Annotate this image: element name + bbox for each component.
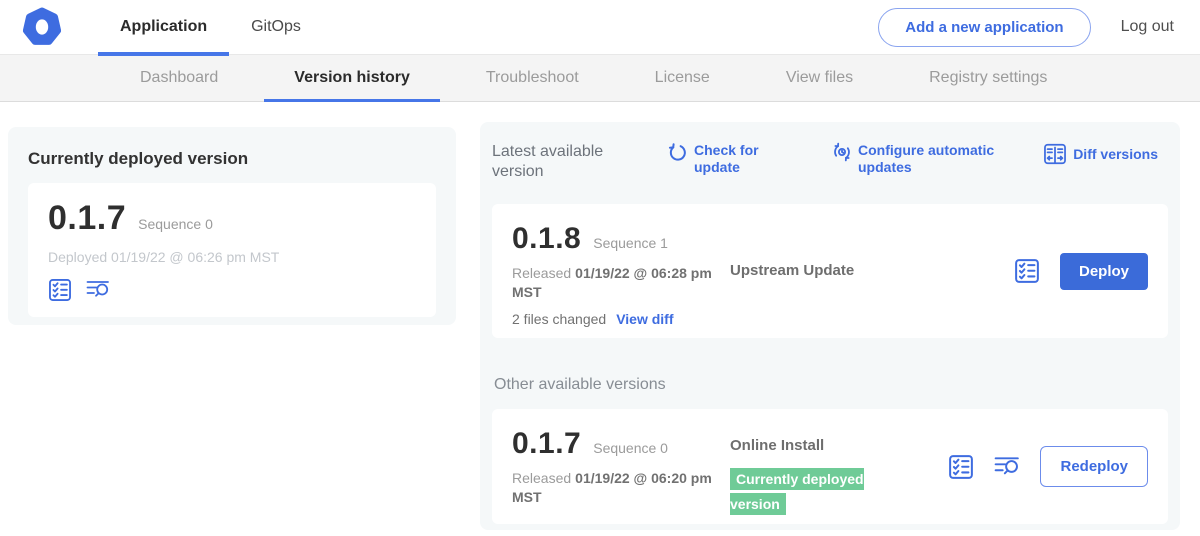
currently-deployed-badge: Currently deployed version: [730, 468, 864, 515]
replicated-logo-icon[interactable]: [22, 7, 62, 47]
deployed-version-number: 0.1.7: [48, 199, 126, 238]
files-changed-text: 2 files changed: [512, 311, 606, 327]
available-versions-panel: Latest available version Check for updat…: [480, 122, 1180, 530]
app-window: Application GitOps Add a new application…: [0, 0, 1200, 536]
other-source-label: Online Install: [730, 437, 824, 454]
diff-versions-label: Diff versions: [1073, 146, 1158, 163]
latest-version-number: 0.1.8: [512, 222, 581, 256]
deployed-timestamp: Deployed 01/19/22 @ 06:26 pm MST: [48, 249, 418, 265]
tab-gitops[interactable]: GitOps: [229, 0, 323, 55]
other-version-card: 0.1.7 Sequence 0 Released01/19/22 @ 06:2…: [492, 409, 1168, 524]
preflight-checklist-icon[interactable]: [1014, 258, 1040, 284]
preflight-checklist-icon[interactable]: [48, 278, 72, 302]
latest-version-card: 0.1.8 Sequence 1 Released01/19/22 @ 06:2…: [492, 204, 1168, 338]
header-right: Add a new application Log out: [878, 8, 1200, 47]
redeploy-button[interactable]: Redeploy: [1040, 446, 1148, 487]
subnav-troubleshoot[interactable]: Troubleshoot: [456, 55, 609, 102]
subnav-view-files[interactable]: View files: [756, 55, 883, 102]
available-panel-title: Latest available version: [492, 142, 620, 182]
latest-source-label: Upstream Update: [730, 262, 854, 279]
released-label: Released: [512, 470, 571, 486]
view-logs-icon[interactable]: [994, 454, 1020, 480]
app-subnav: Dashboard Version history Troubleshoot L…: [0, 55, 1200, 102]
logout-button[interactable]: Log out: [1121, 18, 1174, 36]
check-for-update-link[interactable]: Check for update: [668, 142, 760, 175]
tab-application[interactable]: Application: [98, 0, 229, 55]
header-tabs: Application GitOps: [98, 0, 323, 55]
diff-versions-link[interactable]: Diff versions: [1043, 142, 1158, 166]
subnav-registry-settings[interactable]: Registry settings: [899, 55, 1077, 102]
subnav-dashboard[interactable]: Dashboard: [110, 55, 248, 102]
available-panel-header: Latest available version Check for updat…: [492, 142, 1168, 182]
tab-gitops-label: GitOps: [251, 18, 301, 36]
check-for-update-label: Check for update: [694, 142, 760, 175]
released-label: Released: [512, 265, 571, 281]
deployed-sequence: Sequence 0: [138, 216, 213, 232]
preflight-checklist-icon[interactable]: [948, 454, 974, 480]
latest-sequence: Sequence 1: [593, 235, 668, 251]
latest-released-line: Released01/19/22 @ 06:28 pm MST: [512, 264, 717, 302]
subnav-license[interactable]: License: [625, 55, 740, 102]
auto-update-clock-icon: [832, 142, 852, 162]
other-released-line: Released01/19/22 @ 06:20 pm MST: [512, 469, 717, 507]
view-logs-icon[interactable]: [86, 278, 110, 302]
top-header: Application GitOps Add a new application…: [0, 0, 1200, 55]
other-versions-title: Other available versions: [494, 376, 1168, 394]
add-application-button[interactable]: Add a new application: [878, 8, 1090, 47]
deployed-version-card: 0.1.7 Sequence 0 Deployed 01/19/22 @ 06:…: [28, 183, 436, 317]
diff-versions-icon: [1043, 142, 1067, 166]
currently-deployed-panel: Currently deployed version 0.1.7 Sequenc…: [8, 127, 456, 325]
deployed-panel-title: Currently deployed version: [28, 149, 436, 169]
content-area: Currently deployed version 0.1.7 Sequenc…: [0, 102, 1200, 536]
view-diff-link[interactable]: View diff: [616, 311, 673, 327]
tab-application-label: Application: [120, 18, 207, 36]
subnav-version-history[interactable]: Version history: [264, 55, 440, 102]
other-version-number: 0.1.7: [512, 427, 581, 461]
configure-auto-updates-link[interactable]: Configure automatic updates: [832, 142, 1014, 175]
configure-auto-updates-label: Configure automatic updates: [858, 142, 1014, 175]
refresh-icon: [668, 142, 688, 162]
other-sequence: Sequence 0: [593, 440, 668, 456]
deploy-button[interactable]: Deploy: [1060, 253, 1148, 290]
